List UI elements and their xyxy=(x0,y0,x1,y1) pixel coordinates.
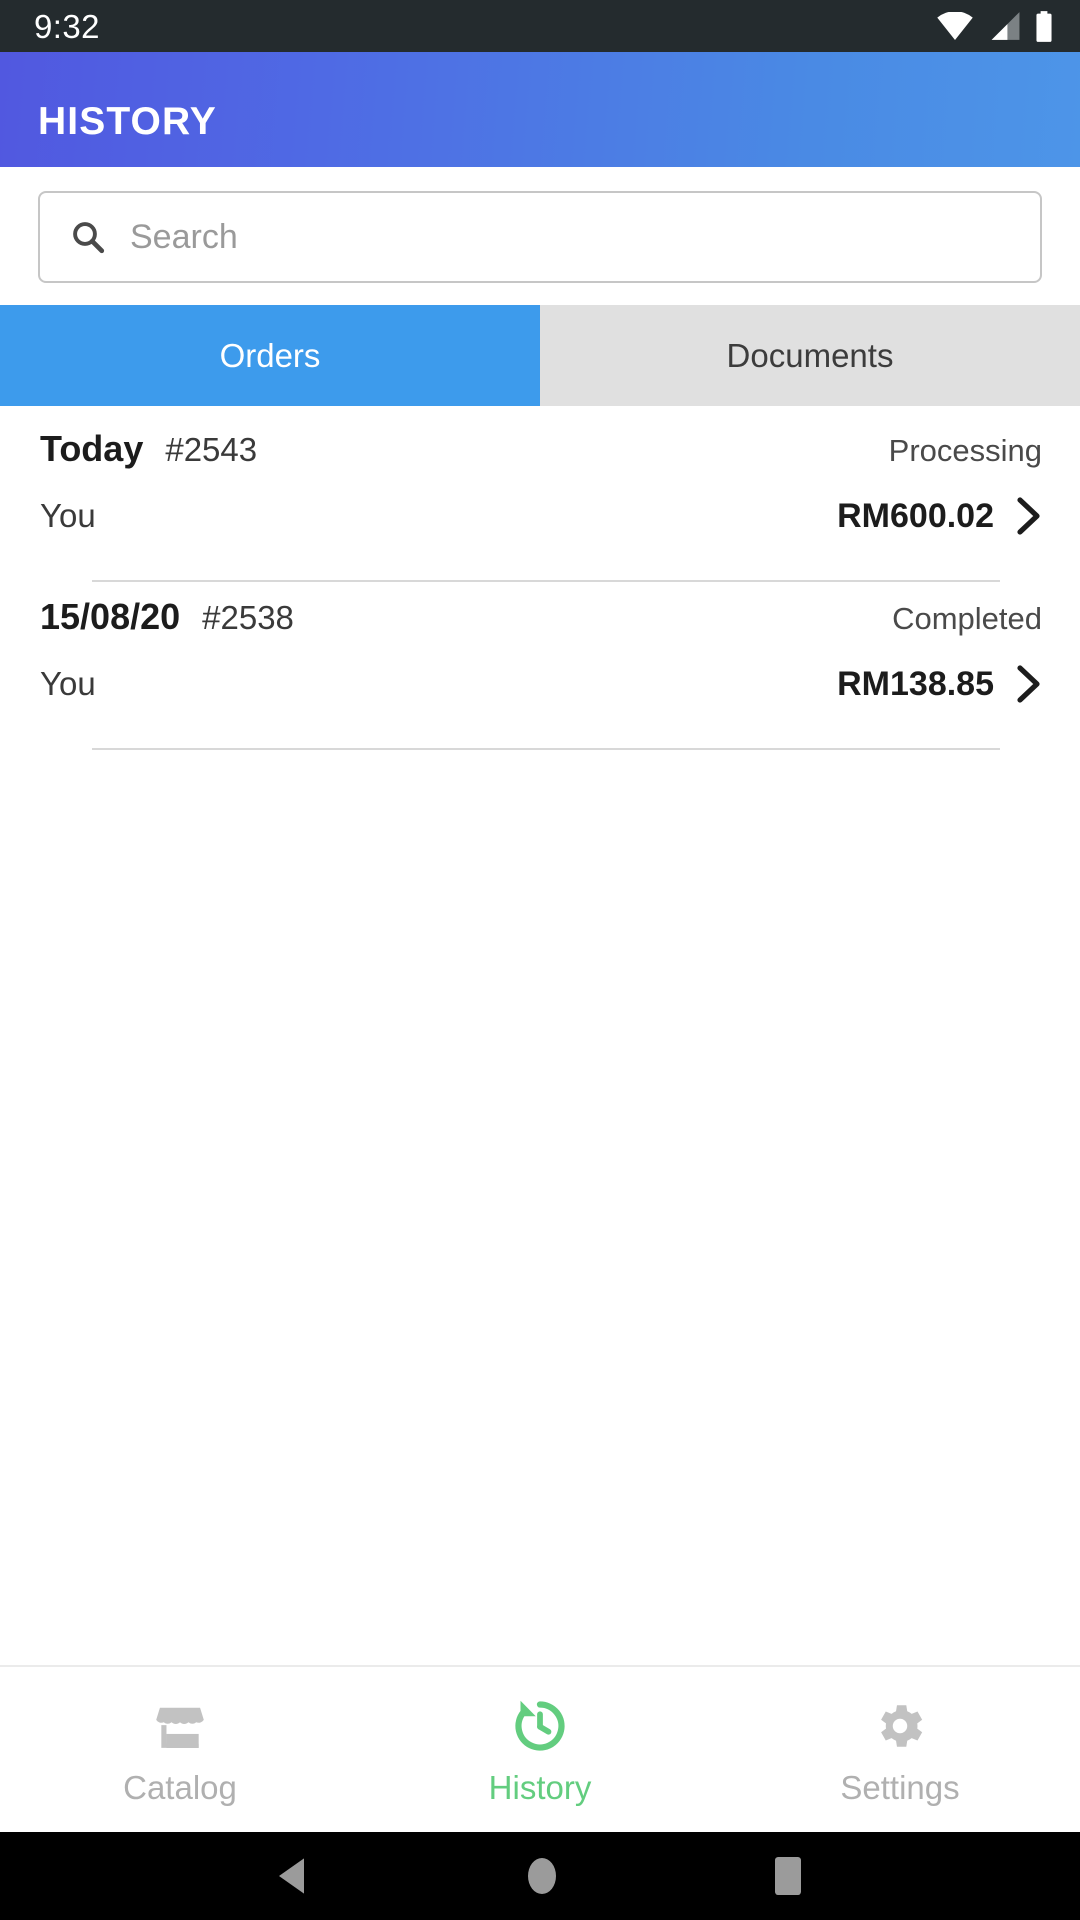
order-number: #2543 xyxy=(165,431,258,468)
nav-item-settings-label: Settings xyxy=(840,1769,960,1806)
tab-orders-label: Orders xyxy=(219,336,321,374)
search-section xyxy=(0,167,1080,305)
order-row-bottom: You RM600.02 xyxy=(40,488,1042,544)
tab-documents[interactable]: Documents xyxy=(540,305,1080,406)
nav-item-catalog-label: Catalog xyxy=(123,1769,237,1806)
tab-orders[interactable]: Orders xyxy=(0,305,540,406)
tab-bar: Orders Documents xyxy=(0,305,1080,406)
status-bar: 9:32 xyxy=(0,0,1080,52)
back-triangle-icon[interactable] xyxy=(276,1856,312,1896)
order-row-top: Today #2543 Processing xyxy=(40,428,1042,484)
table-row[interactable]: Today #2543 Processing You RM600.02 xyxy=(0,414,1080,582)
gear-icon xyxy=(872,1695,928,1757)
android-system-navigation xyxy=(0,1832,1080,1920)
nav-item-catalog[interactable]: Catalog xyxy=(0,1695,360,1804)
order-customer: You xyxy=(40,497,96,534)
tab-documents-label: Documents xyxy=(726,336,894,374)
recents-square-icon[interactable] xyxy=(772,1855,804,1897)
order-number: #2538 xyxy=(202,599,294,636)
order-date: Today xyxy=(40,428,144,469)
table-row[interactable]: 15/08/20 #2538 Completed You RM138.85 xyxy=(0,582,1080,750)
search-input[interactable] xyxy=(130,217,1010,257)
status-badge: Completed xyxy=(892,601,1042,636)
order-amount: RM600.02 xyxy=(837,496,994,535)
wifi-icon xyxy=(936,12,974,40)
page-title: HISTORY xyxy=(38,100,217,143)
history-restore-icon xyxy=(510,1695,570,1757)
phone-screen: 9:32 HISTORY Search Orders Documents Tod… xyxy=(0,0,1080,1920)
order-row-top: 15/08/20 #2538 Completed xyxy=(40,596,1042,652)
app-bar: HISTORY xyxy=(0,52,1080,167)
search-box[interactable] xyxy=(38,191,1042,283)
bottom-navigation: Catalog History Settings xyxy=(0,1665,1080,1832)
store-icon xyxy=(152,1695,208,1757)
search-icon xyxy=(70,219,106,255)
cellular-signal-icon xyxy=(987,12,1021,40)
battery-icon xyxy=(1034,10,1054,42)
order-list: Today #2543 Processing You RM600.02 15/0… xyxy=(0,406,1080,1665)
nav-item-settings[interactable]: Settings xyxy=(720,1695,1080,1804)
order-amount: RM138.85 xyxy=(837,664,994,703)
nav-item-history-label: History xyxy=(488,1769,592,1806)
chevron-right-icon[interactable] xyxy=(1016,664,1042,704)
order-date: 15/08/20 xyxy=(40,596,181,637)
home-circle-icon[interactable] xyxy=(524,1854,560,1898)
chevron-right-icon[interactable] xyxy=(1016,496,1042,536)
status-badge: Processing xyxy=(888,433,1042,468)
list-divider xyxy=(92,748,1000,750)
order-customer: You xyxy=(40,665,96,702)
status-bar-icons xyxy=(936,10,1054,42)
order-row-bottom: You RM138.85 xyxy=(40,656,1042,712)
status-bar-clock: 9:32 xyxy=(34,7,100,45)
nav-item-history[interactable]: History xyxy=(360,1695,720,1804)
